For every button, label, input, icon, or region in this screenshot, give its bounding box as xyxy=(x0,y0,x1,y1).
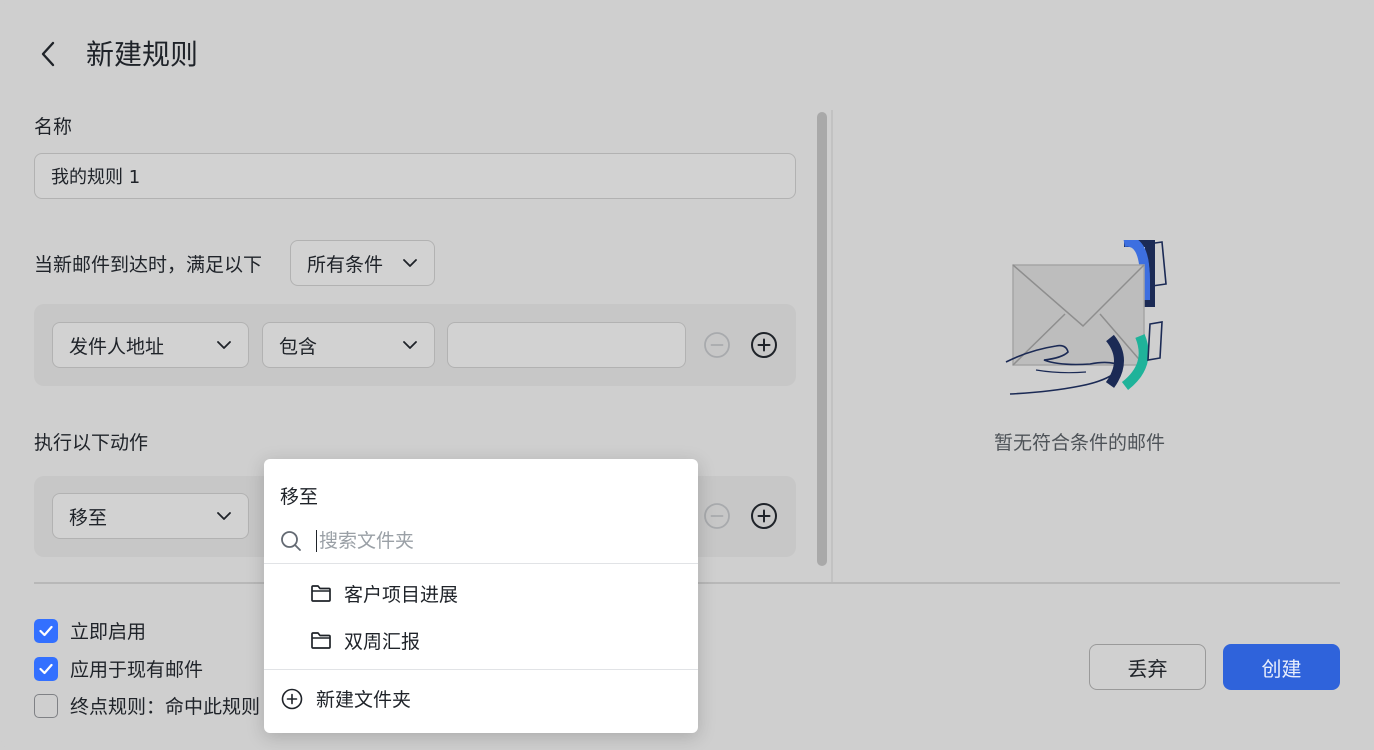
checkbox-unchecked[interactable] xyxy=(34,693,58,718)
check-icon xyxy=(39,663,53,674)
folder-item[interactable]: 双周汇报 xyxy=(310,627,420,654)
action-value: 移至 xyxy=(69,506,108,529)
chevron-down-icon xyxy=(216,508,232,524)
empty-state-text: 暂无符合条件的邮件 xyxy=(994,432,1166,454)
folder-item[interactable]: 客户项目进展 xyxy=(310,580,458,607)
chevron-down-icon xyxy=(216,337,232,353)
page-title: 新建规则 xyxy=(86,38,199,71)
plus-circle-icon xyxy=(751,332,777,358)
option-terminal-rule[interactable]: 终点规则：命中此规则 xyxy=(34,692,260,719)
name-label: 名称 xyxy=(34,116,73,138)
scrollbar[interactable] xyxy=(817,112,827,566)
new-folder-label: 新建文件夹 xyxy=(316,689,412,711)
option-enable-now[interactable]: 立即启用 xyxy=(34,617,146,644)
plus-circle-icon xyxy=(751,503,777,529)
condition-field-value: 发件人地址 xyxy=(69,335,165,358)
chevron-left-icon xyxy=(41,41,55,67)
dropdown-divider xyxy=(264,563,698,564)
add-action-button[interactable] xyxy=(750,502,778,530)
condition-operator-select[interactable]: 包含 xyxy=(262,322,435,368)
checkbox-checked[interactable] xyxy=(34,618,58,643)
minus-circle-icon xyxy=(704,503,730,529)
panel-divider xyxy=(831,110,833,582)
remove-action-button[interactable] xyxy=(703,502,731,530)
option-label: 立即启用 xyxy=(70,621,147,643)
rule-name-value: 我的规则 1 xyxy=(51,167,141,188)
folder-search-input[interactable] xyxy=(316,530,656,552)
rule-name-field[interactable]: 我的规则 1 xyxy=(34,153,796,199)
condition-value-input[interactable] xyxy=(447,322,686,368)
condition-operator-value: 包含 xyxy=(279,335,318,358)
chevron-down-icon xyxy=(402,255,418,271)
chevron-down-icon xyxy=(402,337,418,353)
discard-button[interactable]: 丢弃 xyxy=(1089,644,1206,690)
dropdown-divider xyxy=(264,669,698,670)
actions-label: 执行以下动作 xyxy=(34,432,149,454)
folder-icon xyxy=(310,631,332,651)
empty-mail-illustration xyxy=(1005,240,1167,395)
new-rule-dialog: 新建规则 名称 我的规则 1 当新邮件到达时，满足以下 所有条件 发件人地址 包… xyxy=(0,0,1374,750)
plus-circle-icon xyxy=(281,688,303,710)
folder-label: 客户项目进展 xyxy=(344,584,459,606)
action-select[interactable]: 移至 xyxy=(52,493,249,539)
search-icon xyxy=(281,531,301,551)
add-condition-button[interactable] xyxy=(750,331,778,359)
dropdown-title: 移至 xyxy=(280,486,319,508)
check-icon xyxy=(39,625,53,636)
match-mode-select[interactable]: 所有条件 xyxy=(290,240,435,286)
minus-circle-icon xyxy=(704,332,730,358)
create-button[interactable]: 创建 xyxy=(1223,644,1340,690)
match-mode-value: 所有条件 xyxy=(307,253,384,276)
back-button[interactable] xyxy=(34,38,62,70)
folder-search xyxy=(280,525,680,557)
conditions-intro: 当新邮件到达时，满足以下 xyxy=(34,254,263,276)
option-apply-existing[interactable]: 应用于现有邮件 xyxy=(34,655,203,682)
option-label: 终点规则：命中此规则 xyxy=(70,696,261,718)
new-folder-button[interactable]: 新建文件夹 xyxy=(281,685,411,712)
option-label: 应用于现有邮件 xyxy=(70,659,204,681)
folder-label: 双周汇报 xyxy=(344,631,421,653)
remove-condition-button[interactable] xyxy=(703,331,731,359)
checkbox-checked[interactable] xyxy=(34,656,58,681)
folder-icon xyxy=(310,584,332,604)
condition-field-select[interactable]: 发件人地址 xyxy=(52,322,249,368)
folder-picker-dropdown: 移至 客户项目进展 双周汇报 新建文件夹 xyxy=(264,459,698,733)
